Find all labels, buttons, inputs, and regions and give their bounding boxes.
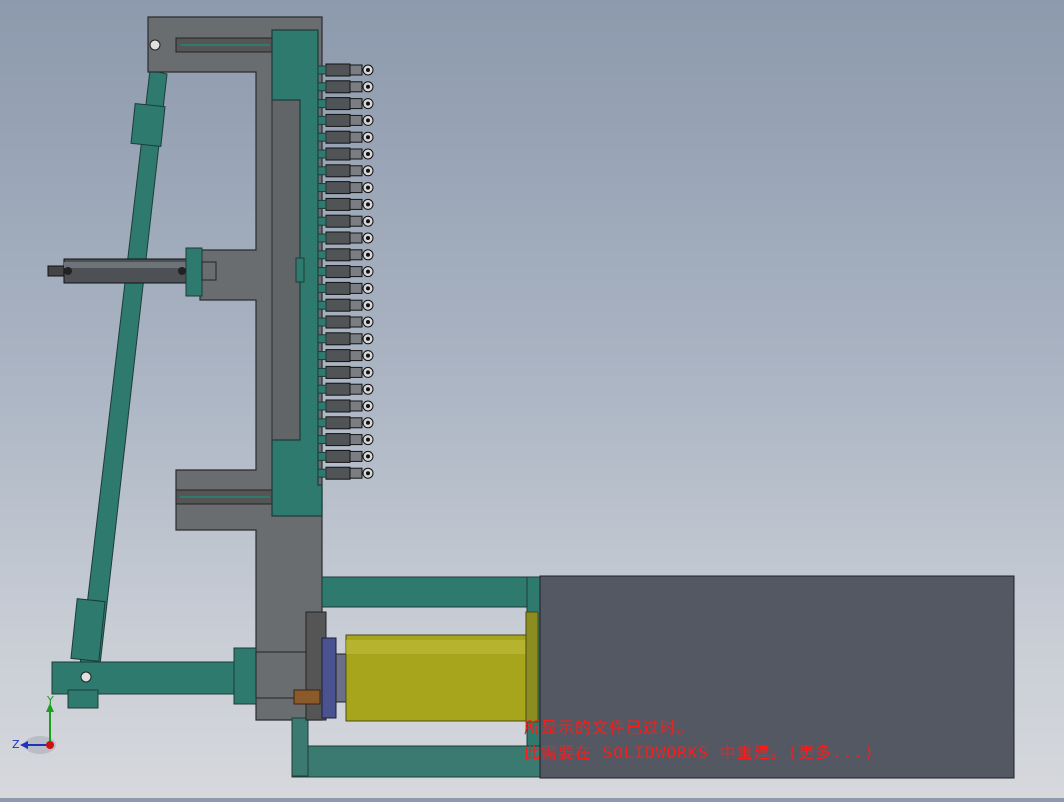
gripper-unit [317, 433, 374, 447]
gripper-unit [317, 349, 374, 363]
gripper-unit [317, 63, 374, 77]
gripper-unit [317, 399, 374, 413]
gripper-unit [317, 97, 374, 111]
cylinder-mount-flange [185, 247, 203, 297]
gripper-unit [317, 197, 374, 211]
lower-frame-beam [291, 745, 541, 778]
gripper-unit [317, 164, 374, 178]
gripper-unit [317, 365, 374, 379]
pivot-hole-top [149, 39, 161, 51]
coupling-disc [321, 637, 337, 719]
gripper-unit [317, 113, 374, 127]
coordinate-triad: Y Z [12, 694, 56, 754]
gripper-unit [317, 80, 374, 94]
gripper-unit [317, 231, 374, 245]
bottom-link-arm[interactable] [51, 661, 243, 695]
rebuild-notice-line1: 所显示的文件已过时。 [524, 718, 695, 737]
diagonal-link-arm[interactable] [79, 69, 168, 666]
rebuild-notice-line2[interactable]: 此需要在 SOLIDWORKS 中重建。(更多...) [524, 739, 875, 763]
gripper-unit [317, 265, 374, 279]
gripper-unit [317, 281, 374, 295]
graphics-viewport[interactable]: Y Z 所显示的文件已过时。 此需要在 SOLIDWORKS 中重建。(更多..… [0, 0, 1064, 798]
triad-z-label: Z [12, 738, 20, 751]
gripper-unit [317, 181, 374, 195]
upper-frame-beam [321, 576, 541, 608]
pivot-hole-bottom [80, 671, 92, 683]
bronze-bushing [293, 689, 321, 705]
gripper-unit [317, 449, 374, 463]
gripper-unit [317, 130, 374, 144]
cylinder-rod-end [47, 265, 67, 277]
link-arm-upper-sleeve [130, 102, 166, 148]
triad-y-label: Y [46, 694, 54, 707]
link-arm-lower-sleeve [70, 598, 106, 662]
gripper-unit [317, 416, 374, 430]
gripper-unit [317, 382, 374, 396]
cad-model-view[interactable]: Y Z [0, 0, 1064, 798]
gripper-unit [317, 332, 374, 346]
gripper-unit [317, 315, 374, 329]
gripper-unit [317, 147, 374, 161]
gripper-unit [317, 298, 374, 312]
gripper-column [317, 63, 374, 480]
gripper-unit [317, 466, 374, 480]
gripper-unit [317, 214, 374, 228]
gripper-unit [317, 248, 374, 262]
